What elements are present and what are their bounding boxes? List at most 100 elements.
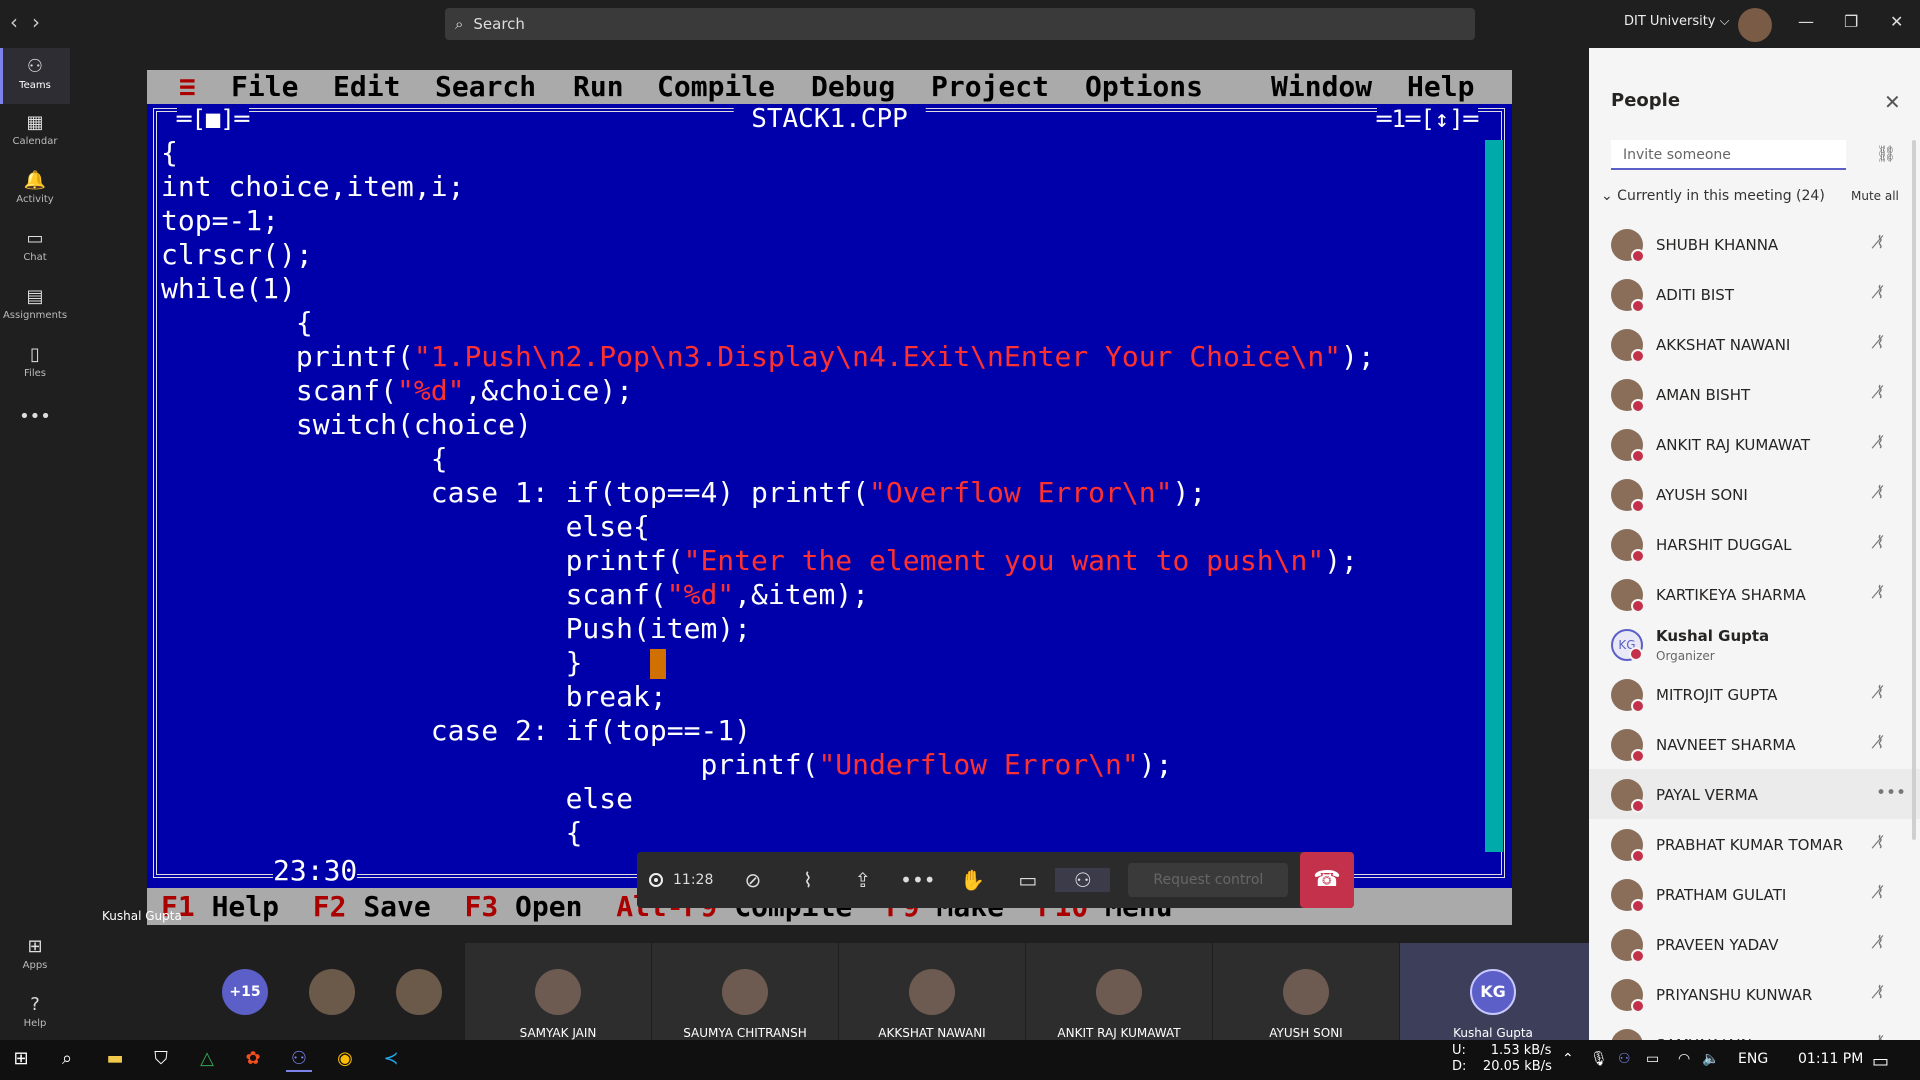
mic-off-icon[interactable]: ⌇ <box>780 868 835 892</box>
mic-off-icon[interactable]: ⌇̸ <box>1876 983 1884 1003</box>
ide-menu-compile[interactable]: Compile <box>657 70 775 104</box>
participant-row[interactable]: AKKSHAT NAWANI ⌇̸ <box>1589 319 1920 369</box>
file-explorer-icon[interactable]: ▬ <box>102 1048 128 1072</box>
participant-row[interactable]: AYUSH SONI ⌇̸ <box>1589 469 1920 519</box>
participant-row[interactable]: ADITI BIST ⌇̸ <box>1589 269 1920 319</box>
participant-tile[interactable]: AKKSHAT NAWANI <box>839 943 1025 1040</box>
raise-hand-icon[interactable]: ✋ <box>945 868 1000 892</box>
windows-start-icon[interactable]: ⊞ <box>8 1048 34 1072</box>
participant-tile[interactable]: SAMYAK JAIN <box>465 943 651 1040</box>
participant-tile[interactable]: ANKIT RAJ KUMAWAT <box>1026 943 1212 1040</box>
participant-row[interactable]: PAYAL VERMA ••• <box>1589 769 1920 819</box>
rail-item-calendar[interactable]: ▦ Calendar <box>0 104 70 160</box>
rail-item-assignments[interactable]: ▤ Assignments <box>0 278 70 334</box>
mic-off-icon[interactable]: ⌇̸ <box>1876 583 1884 603</box>
ide-menu-edit[interactable]: Edit <box>333 70 400 104</box>
mic-off-icon[interactable]: ⌇̸ <box>1876 833 1884 853</box>
rail-item-apps[interactable]: ⊞ Apps <box>0 928 70 984</box>
minimize-icon[interactable]: — <box>1798 12 1814 31</box>
ide-menu-options[interactable]: Options <box>1085 70 1203 104</box>
mic-off-icon[interactable]: ⌇̸ <box>1876 333 1884 353</box>
ide-close-box[interactable]: ═[■]═ <box>177 104 250 134</box>
mic-off-icon[interactable]: ⌇̸ <box>1876 283 1884 303</box>
rail-item-chat[interactable]: ▭ Chat <box>0 220 70 276</box>
participants-icon[interactable]: ⚇ <box>1055 868 1111 892</box>
more-participants-badge[interactable]: +15 <box>222 969 268 1015</box>
participant-row[interactable]: SHUBH KHANNA ⌇̸ <box>1589 219 1920 269</box>
ide-menu-project[interactable]: Project <box>931 70 1049 104</box>
ide-system-menu[interactable]: ≡ <box>179 70 196 104</box>
mic-off-icon[interactable]: ⌇̸ <box>1876 883 1884 903</box>
participant-row[interactable]: KG Kushal Gupta Organizer <box>1589 619 1920 669</box>
request-control-button[interactable]: Request control <box>1128 863 1289 897</box>
figma-icon[interactable]: ✿ <box>240 1048 266 1072</box>
ide-scrollbar[interactable] <box>1485 140 1503 852</box>
panel-scrollbar[interactable] <box>1912 140 1916 840</box>
ide-menu-window[interactable]: Window <box>1271 70 1372 104</box>
meeting-section-header[interactable]: ⌄ Currently in this meeting (24) <box>1601 188 1825 204</box>
participant-tile-self[interactable]: KG Kushal Gupta <box>1400 943 1589 1040</box>
invite-input[interactable]: Invite someone <box>1611 140 1846 170</box>
participant-row[interactable]: KARTIKEYA SHARMA ⌇̸ <box>1589 569 1920 619</box>
store-icon[interactable]: ⛉ <box>148 1048 174 1072</box>
teams-tray-icon[interactable]: ⚇ <box>1618 1051 1631 1067</box>
participant-tile[interactable]: SAUMYA CHITRANSH <box>652 943 838 1040</box>
mic-off-icon[interactable]: ⌇̸ <box>1876 733 1884 753</box>
mic-off-icon[interactable]: ⌇̸ <box>1876 483 1884 503</box>
mic-icon[interactable]: 🎙 <box>1590 1051 1608 1067</box>
forward-arrow-icon[interactable]: › <box>32 10 40 34</box>
close-icon[interactable]: ✕ <box>1890 12 1903 31</box>
teams-taskbar-icon[interactable]: ⚇ <box>286 1048 312 1072</box>
ide-window-number[interactable]: ═1═[↕]═ <box>1377 104 1479 134</box>
share-screen-icon[interactable]: ⇪ <box>835 868 890 892</box>
restore-icon[interactable]: ❐ <box>1844 12 1858 31</box>
mic-off-icon[interactable]: ⌇̸ <box>1876 683 1884 703</box>
avatar[interactable] <box>396 969 442 1015</box>
participant-row[interactable]: PRAVEEN YADAV ⌇̸ <box>1589 919 1920 969</box>
rail-item-help[interactable]: ? Help <box>0 986 70 1042</box>
drive-icon[interactable]: △ <box>194 1048 220 1072</box>
vscode-icon[interactable]: ≺ <box>378 1048 404 1072</box>
mic-off-icon[interactable]: ⌇̸ <box>1876 383 1884 403</box>
more-options-icon[interactable]: ••• <box>1876 783 1906 803</box>
mic-off-icon[interactable]: ⌇̸ <box>1876 933 1884 953</box>
clock[interactable]: 01:11 PM <box>1798 1051 1863 1067</box>
participant-row[interactable]: ANKIT RAJ KUMAWAT ⌇̸ <box>1589 419 1920 469</box>
language-indicator[interactable]: ENG <box>1738 1051 1768 1067</box>
chrome-icon[interactable]: ◉ <box>332 1048 358 1072</box>
chat-icon[interactable]: ▭ <box>1000 868 1055 892</box>
rail-item-more[interactable]: ••• <box>0 398 70 454</box>
avatar[interactable] <box>309 969 355 1015</box>
participant-row[interactable]: NAVNEET SHARMA ⌇̸ <box>1589 719 1920 769</box>
search-icon[interactable]: ⌕ <box>54 1048 80 1072</box>
close-icon[interactable]: ✕ <box>1884 90 1901 114</box>
participant-row[interactable]: PRABHAT KUMAR TOMAR ⌇̸ <box>1589 819 1920 869</box>
participant-tile[interactable]: AYUSH SONI <box>1213 943 1399 1040</box>
participant-row[interactable]: PRIYANSHU KUNWAR ⌇̸ <box>1589 969 1920 1019</box>
ide-menu-run[interactable]: Run <box>573 70 624 104</box>
mic-off-icon[interactable]: ⌇̸ <box>1876 433 1884 453</box>
participant-row[interactable]: HARSHIT DUGGAL ⌇̸ <box>1589 519 1920 569</box>
battery-icon[interactable]: ▭ <box>1646 1051 1659 1067</box>
volume-icon[interactable]: 🔈 <box>1702 1051 1719 1067</box>
avatar[interactable] <box>1738 8 1772 42</box>
more-actions-icon[interactable]: ••• <box>890 868 945 892</box>
ide-menu-search[interactable]: Search <box>435 70 536 104</box>
search-input[interactable]: ⌕ Search <box>445 8 1475 40</box>
org-switcher[interactable]: DIT University ⌵ <box>1624 14 1729 29</box>
ide-menu-file[interactable]: File <box>231 70 298 104</box>
ide-menu-debug[interactable]: Debug <box>811 70 895 104</box>
camera-off-icon[interactable]: ⊘ <box>725 868 780 892</box>
participant-row[interactable]: MITROJIT GUPTA ⌇̸ <box>1589 669 1920 719</box>
back-arrow-icon[interactable]: ‹ <box>10 10 18 34</box>
rail-item-teams[interactable]: ⚇ Teams <box>0 48 70 104</box>
mic-off-icon[interactable]: ⌇̸ <box>1876 233 1884 253</box>
wifi-icon[interactable]: ◠ <box>1678 1051 1690 1067</box>
link-icon[interactable]: ⛓ <box>1876 144 1896 163</box>
rail-item-activity[interactable]: 🔔 Activity <box>0 162 70 218</box>
notifications-icon[interactable]: ▭ <box>1872 1051 1889 1072</box>
mute-all-button[interactable]: Mute all <box>1851 189 1899 203</box>
mic-off-icon[interactable]: ⌇̸ <box>1876 533 1884 553</box>
ide-menu-help[interactable]: Help <box>1407 70 1474 104</box>
participant-row[interactable]: PRATHAM GULATI ⌇̸ <box>1589 869 1920 919</box>
